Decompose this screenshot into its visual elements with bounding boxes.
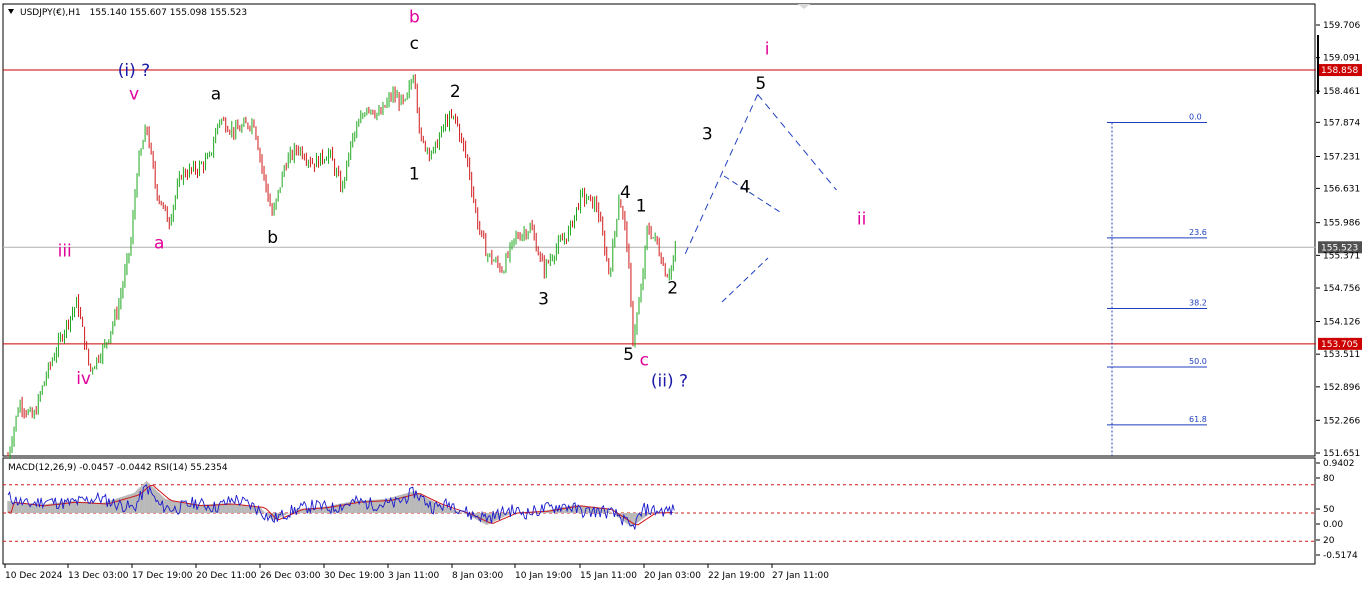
indicator-tick-label: -0.5174 [1323, 551, 1358, 561]
wave-label: a [211, 85, 221, 105]
symbol-title: USDJPY(€),H1 155.140 155.607 155.098 155… [20, 8, 247, 18]
time-tick-label: 22 Jan 19:00 [708, 571, 765, 581]
time-tick-label: 20 Dec 11:00 [196, 571, 257, 581]
chart-svg: 158.858153.705155.523 0.023.638.250.061.… [0, 0, 1366, 588]
indicator-title: MACD(12,26,9) -0.0457 -0.0442 RSI(14) 55… [8, 463, 228, 473]
price-tick-label: 155.986 [1323, 219, 1360, 229]
price-tick-label: 156.631 [1323, 184, 1360, 194]
wave-label: 1 [636, 196, 647, 216]
price-tick-label: 151.651 [1323, 449, 1360, 459]
wave-label: 5 [623, 345, 634, 365]
price-level-tag-label: 158.858 [1321, 66, 1358, 76]
price-tick-label: 152.266 [1323, 416, 1360, 426]
time-tick-label: 15 Jan 11:00 [580, 571, 637, 581]
indicator-tick-label: 50 [1323, 505, 1335, 515]
price-tick-label: 158.461 [1323, 87, 1360, 97]
wave-label: i [765, 40, 770, 60]
chart: 158.858 153.705 155.523 0.0 23.6 38.2 50.0 61.… [0, 0, 1366, 588]
wave-label: 2 [450, 82, 461, 102]
wave-label: 4 [740, 178, 751, 198]
wave-label: 1 [409, 164, 420, 184]
wave-label: b [409, 8, 420, 28]
wave-label: (ii) ? [651, 372, 688, 392]
symbol-ohlc: 155.140 155.607 155.098 155.523 [90, 8, 247, 18]
fib-level-label: 38.2 [1189, 299, 1207, 308]
indicator-tick-label: 80 [1323, 474, 1335, 484]
time-tick-label: 10 Dec 2024 [5, 571, 63, 581]
wave-label: 4 [620, 183, 631, 203]
price-tick-label: 154.756 [1323, 284, 1360, 294]
time-tick-label: 13 Dec 03:00 [68, 571, 129, 581]
wave-label: c [410, 34, 419, 54]
price-tick-label: 157.874 [1323, 118, 1360, 128]
wave-label: v [129, 85, 139, 105]
wave-label: 5 [755, 74, 766, 94]
fib-level-label: 0.0 [1189, 113, 1202, 122]
time-tick-label: 17 Dec 19:00 [132, 571, 193, 581]
wave-label: c [640, 350, 649, 370]
time-tick-label: 26 Dec 03:00 [260, 571, 321, 581]
indicator-tick-label: 0.00 [1323, 520, 1343, 530]
wave-label: a [154, 233, 164, 253]
fib-level-label: 23.6 [1189, 228, 1207, 237]
wave-label: b [267, 228, 278, 248]
fib-level-label: 61.8 [1189, 415, 1207, 424]
time-tick-label: 27 Jan 11:00 [772, 571, 829, 581]
indicator-tick-label: 20 [1323, 536, 1335, 546]
price-level-tag-label: 153.705 [1321, 340, 1358, 350]
price-tick-label: 159.706 [1323, 21, 1360, 31]
time-tick-label: 30 Dec 19:00 [324, 571, 385, 581]
price-tick-label: 155.371 [1323, 251, 1360, 261]
time-tick-label: 3 Jan 11:00 [388, 571, 440, 581]
time-tick-label: 10 Jan 19:00 [515, 571, 572, 581]
wave-label: (i) ? [118, 61, 150, 81]
chart-background [0, 0, 1366, 588]
wave-label: 3 [702, 125, 713, 145]
price-tick-label: 159.091 [1323, 54, 1360, 64]
fib-level-label: 50.0 [1189, 357, 1207, 366]
price-tick-label: 154.126 [1323, 317, 1360, 327]
wave-label: ii [857, 210, 866, 230]
price-tick-label: 152.896 [1323, 383, 1360, 393]
wave-label: 3 [538, 289, 549, 309]
time-tick-label: 20 Jan 03:00 [644, 571, 701, 581]
indicator-tick-label: 0.9402 [1323, 459, 1355, 469]
time-tick-label: 8 Jan 03:00 [452, 571, 504, 581]
wave-label: iii [58, 241, 72, 261]
wave-label: 2 [667, 279, 678, 299]
price-tick-label: 153.511 [1323, 350, 1360, 360]
wave-label: iv [76, 369, 91, 389]
symbol-name: USDJPY(€),H1 [20, 8, 81, 18]
price-tick-label: 157.231 [1323, 153, 1360, 163]
